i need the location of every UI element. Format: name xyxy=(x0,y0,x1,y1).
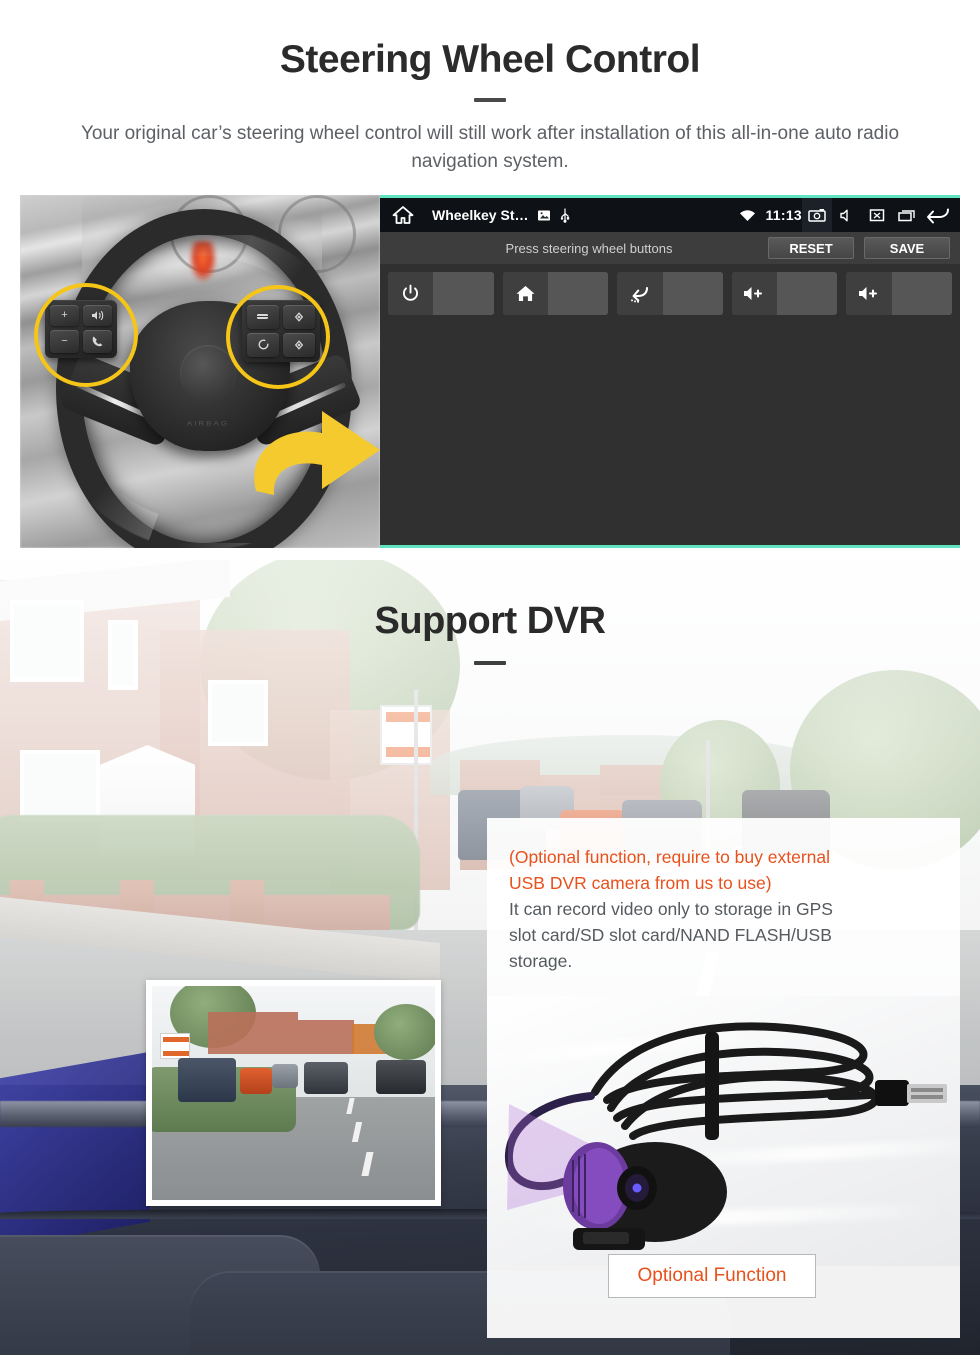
sign-band xyxy=(163,1051,189,1057)
wifi-icon xyxy=(739,209,756,222)
status-home-icon[interactable] xyxy=(388,205,418,225)
parked-suv xyxy=(178,1058,236,1102)
pointing-arrow-icon xyxy=(254,411,380,495)
section-title: Support DVR xyxy=(374,600,606,642)
image-icon xyxy=(537,209,551,222)
command-bar: Press steering wheel buttons RESET SAVE xyxy=(380,232,960,264)
page-subtitle: Your original car’s steering wheel contr… xyxy=(80,123,900,172)
key-slot[interactable] xyxy=(891,272,952,315)
head-unit-screenshot: Wheelkey St… 11:13 Press steering wheel … xyxy=(380,195,960,548)
key-mapping-volume-up-1[interactable] xyxy=(731,272,838,315)
dvr-warning-line-2: USB DVR camera from us to use) xyxy=(509,873,772,893)
dvr-info-panel: (Optional function, require to buy exter… xyxy=(487,818,960,1338)
dvr-body-line-2: slot card/SD slot card/NAND FLASH/USB xyxy=(509,925,832,945)
sign-band xyxy=(163,1037,189,1043)
back-icon xyxy=(617,272,663,315)
volume-up-icon xyxy=(846,272,892,315)
key-slot[interactable] xyxy=(777,272,838,315)
airbag-label: AIRBAG xyxy=(186,419,230,428)
instruction-text: Press steering wheel buttons xyxy=(505,240,673,256)
power-icon xyxy=(388,272,434,315)
page-title: Steering Wheel Control xyxy=(279,38,701,81)
reset-button[interactable]: RESET xyxy=(768,237,854,259)
android-status-bar: Wheelkey St… 11:13 xyxy=(380,198,960,232)
dvr-description: (Optional function, require to buy exter… xyxy=(509,844,939,974)
camera-and-cable-illustration xyxy=(504,1022,947,1250)
screenshot-camera-icon[interactable] xyxy=(802,198,832,232)
steering-wheel-control-section: Steering Wheel Control Your original car… xyxy=(0,0,980,560)
dvr-warning-line-1: (Optional function, require to buy exter… xyxy=(509,847,831,867)
key-mapping-power[interactable] xyxy=(388,272,494,315)
key-mapping-area xyxy=(380,264,960,545)
highlight-circle-left xyxy=(34,283,138,387)
product-detail-page: Steering Wheel Control Your original car… xyxy=(0,0,980,1355)
for-sale-sign xyxy=(160,1033,190,1060)
app-title: Wheelkey St… xyxy=(432,207,529,223)
steering-wheel-photo: AIRBAG + − xyxy=(20,195,380,548)
back-arrow-icon[interactable] xyxy=(922,198,952,232)
usb-dvr-camera-photo xyxy=(487,996,960,1266)
key-slot[interactable] xyxy=(433,272,494,315)
house-row xyxy=(298,1020,354,1054)
key-mapping-volume-up-2[interactable] xyxy=(846,272,952,315)
key-slot[interactable] xyxy=(662,272,723,315)
usb-icon xyxy=(560,207,570,223)
section-title-divider xyxy=(474,661,506,665)
status-clock: 11:13 xyxy=(765,207,802,223)
dvr-body-line-1: It can record video only to storage in G… xyxy=(509,899,833,919)
key-slot[interactable] xyxy=(547,272,609,315)
home-icon xyxy=(502,272,548,315)
airbag-centre-circle xyxy=(180,345,236,401)
oncoming-car xyxy=(376,1060,426,1094)
dvr-body-line-3: storage. xyxy=(509,951,573,971)
house-row xyxy=(208,1012,298,1054)
title-divider xyxy=(474,98,506,102)
key-mapping-row xyxy=(388,272,952,315)
key-mapping-home[interactable] xyxy=(502,272,609,315)
parked-car xyxy=(240,1068,272,1094)
volume-up-icon xyxy=(731,272,778,315)
key-mapping-back[interactable] xyxy=(617,272,723,315)
parked-car xyxy=(272,1064,298,1088)
speaker-mute-icon[interactable] xyxy=(832,198,862,232)
save-button[interactable]: SAVE xyxy=(864,237,950,259)
dashcam-recording-preview xyxy=(146,980,441,1206)
accent-line-bottom xyxy=(380,545,960,548)
tree xyxy=(374,1004,435,1060)
moving-car xyxy=(304,1062,348,1094)
screen-off-icon[interactable] xyxy=(862,198,892,232)
dashcam-frame xyxy=(152,986,435,1200)
optional-function-button[interactable]: Optional Function xyxy=(608,1254,816,1298)
recent-apps-icon[interactable] xyxy=(892,198,922,232)
highlight-circle-right xyxy=(226,285,330,389)
steering-media-row: AIRBAG + − Wheelkey St… 11:13 Press stee… xyxy=(20,195,960,548)
